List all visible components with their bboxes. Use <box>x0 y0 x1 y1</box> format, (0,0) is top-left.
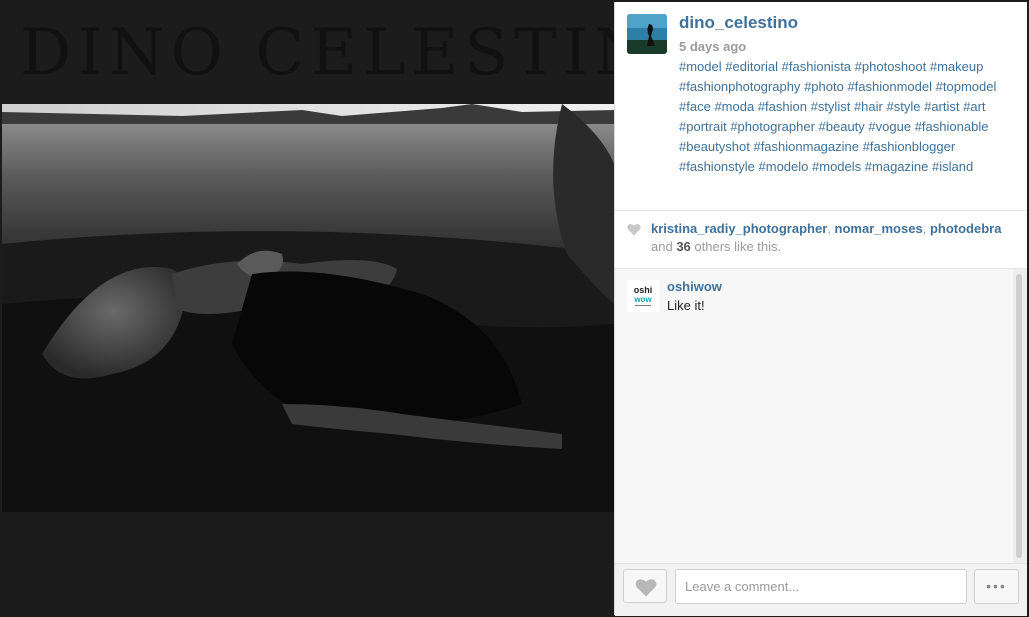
hashtag-link[interactable]: #art <box>963 99 985 114</box>
heart-icon <box>635 579 657 597</box>
more-options-button[interactable]: ••• <box>974 569 1019 604</box>
others-count[interactable]: 36 <box>676 239 690 254</box>
hashtag-link[interactable]: #modelo <box>759 159 809 174</box>
likes-prefix: and <box>651 239 673 254</box>
liker-link[interactable]: nomar_moses <box>835 221 923 236</box>
hashtag-link[interactable]: #fashionphotography <box>679 79 800 94</box>
post-username[interactable]: dino_celestino <box>679 13 798 33</box>
hashtag-link[interactable]: #fashionmodel <box>847 79 932 94</box>
hashtag-link[interactable]: #moda <box>714 99 754 114</box>
avatar-text: wow <box>633 295 652 304</box>
post-photo <box>2 104 614 512</box>
hashtag-link[interactable]: #beautyshot <box>679 139 750 154</box>
like-button[interactable] <box>623 569 667 603</box>
heart-icon <box>627 223 641 241</box>
likes-count: and 36 others like this. <box>651 239 781 254</box>
comment-input[interactable] <box>675 569 967 604</box>
liker-link[interactable]: kristina_radiy_photographer <box>651 221 827 236</box>
hashtag-link[interactable]: #fashionblogger <box>863 139 956 154</box>
user-avatar[interactable] <box>627 14 667 54</box>
hashtag-link[interactable]: #topmodel <box>936 79 997 94</box>
background-wordmark: DINO CELESTINO <box>20 16 715 90</box>
hashtag-link[interactable]: #photographer <box>730 119 815 134</box>
hashtag-link[interactable]: #island <box>932 159 973 174</box>
photo-viewer-backdrop[interactable]: DINO CELESTINO dino_celestino 5 days ago… <box>0 0 1029 617</box>
liker-separator: , <box>827 221 831 236</box>
liker-link[interactable]: photodebra <box>930 221 1002 236</box>
avatar-text: oshi <box>634 285 653 295</box>
hashtag-link[interactable]: #fashionmagazine <box>753 139 859 154</box>
likers-list: kristina_radiy_photographer, nomar_moses… <box>651 221 1001 236</box>
ellipsis-icon: ••• <box>986 578 1007 594</box>
likes-suffix: others like this. <box>694 239 782 254</box>
comments-scroll-thumb[interactable] <box>1016 274 1022 558</box>
liker-separator: , <box>922 221 927 236</box>
hashtag-link[interactable]: #style <box>887 99 921 114</box>
hashtag-link[interactable]: #portrait <box>679 119 727 134</box>
post-detail-panel: dino_celestino 5 days ago #model #editor… <box>614 2 1027 616</box>
comment-username[interactable]: oshiwow <box>667 279 722 294</box>
hashtag-link[interactable]: #makeup <box>930 59 983 74</box>
hashtag-link[interactable]: #hair <box>854 99 883 114</box>
hashtag-link[interactable]: #photo <box>804 79 844 94</box>
hashtag-link[interactable]: #models <box>812 159 861 174</box>
hashtag-link[interactable]: #fashion <box>758 99 807 114</box>
comment-text: Like it! <box>667 298 705 313</box>
hashtag-link[interactable]: #photoshoot <box>855 59 927 74</box>
hashtag-link[interactable]: #stylist <box>811 99 851 114</box>
hashtag-link[interactable]: #fashionista <box>782 59 851 74</box>
hashtag-link[interactable]: #artist <box>924 99 959 114</box>
hashtag-link[interactable]: #fashionable <box>915 119 989 134</box>
hashtag-link[interactable]: #editorial <box>725 59 778 74</box>
post-timestamp: 5 days ago <box>679 39 747 54</box>
comment-avatar[interactable]: oshi wow <box>627 280 659 312</box>
comments-list[interactable] <box>615 269 1013 563</box>
hashtag-link[interactable]: #model <box>679 59 722 74</box>
hashtag-link[interactable]: #beauty <box>819 119 865 134</box>
post-caption: #model #editorial #fashionista #photosho… <box>679 57 1019 177</box>
hashtag-link[interactable]: #vogue <box>868 119 911 134</box>
hashtag-link[interactable]: #fashionstyle <box>679 159 755 174</box>
hashtag-link[interactable]: #face <box>679 99 711 114</box>
hashtag-link[interactable]: #magazine <box>865 159 929 174</box>
